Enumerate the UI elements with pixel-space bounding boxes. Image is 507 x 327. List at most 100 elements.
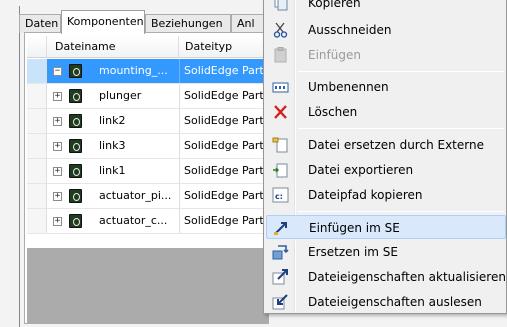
solidedge-part-icon	[69, 64, 82, 78]
components-grid[interactable]: Dateiname Dateityp − mounting_... SolidE…	[27, 36, 269, 248]
row-filetype: SolidEdge Part	[179, 184, 269, 208]
menu-item-einfuegen[interactable]: Einfügen	[266, 43, 506, 67]
replace-file-icon	[272, 137, 289, 153]
menu-item-label: Datei exportieren	[308, 163, 414, 177]
delete-icon	[272, 104, 289, 120]
tab-komponenten[interactable]: Komponenten	[61, 10, 145, 34]
menu-item-label: Ausschneiden	[308, 23, 392, 37]
row-filetype: SolidEdge Part	[179, 59, 269, 83]
grid-empty-area	[27, 248, 269, 323]
row-indicator[interactable]	[27, 109, 47, 133]
row-indicator[interactable]	[27, 209, 47, 233]
menu-item-label: Datei ersetzen durch Externe	[308, 138, 484, 152]
menu-item-dateieigenschaften-aktualisieren[interactable]: Dateieigenschaften aktualisieren	[266, 265, 506, 289]
row-filename: actuator_c...	[99, 214, 168, 227]
expand-icon[interactable]: +	[53, 142, 62, 151]
row-filetype: SolidEdge Part	[179, 134, 269, 158]
read-props-icon	[272, 294, 289, 310]
row-filetype: SolidEdge Part	[179, 209, 269, 233]
collapse-icon[interactable]: −	[53, 67, 62, 76]
tab-label: Beziehungen	[151, 17, 223, 30]
insert-se-icon	[273, 220, 290, 236]
update-props-icon	[272, 269, 289, 285]
tab-strip: Daten Komponenten Beziehungen Anl	[19, 6, 269, 34]
expand-icon[interactable]: +	[53, 92, 62, 101]
tab-daten[interactable]: Daten	[19, 14, 61, 33]
menu-item-label: Löschen	[308, 105, 358, 119]
row-filetype: SolidEdge Part	[179, 159, 269, 183]
menu-item-label: Einfügen im SE	[309, 221, 400, 235]
column-header-label: Dateityp	[185, 40, 233, 53]
scissors-icon	[272, 22, 289, 38]
table-row[interactable]: + actuator_pi... SolidEdge Part	[27, 184, 269, 209]
menu-item-loeschen[interactable]: Löschen	[266, 100, 506, 124]
menu-item-label: Ersetzen im SE	[308, 245, 398, 259]
table-row[interactable]: + actuator_c... SolidEdge Part	[27, 209, 269, 234]
menu-separator	[298, 211, 504, 212]
rename-icon	[272, 79, 289, 95]
menu-item-datei-ersetzen[interactable]: Datei ersetzen durch Externe	[266, 133, 506, 157]
solidedge-part-icon	[69, 189, 82, 203]
row-filetype: SolidEdge Part	[179, 109, 269, 133]
row-indicator[interactable]	[27, 84, 47, 108]
svg-text:c:: c:	[275, 192, 283, 201]
row-indicator[interactable]	[27, 59, 47, 83]
table-row[interactable]: − mounting_... SolidEdge Part	[27, 59, 269, 84]
table-row[interactable]: + link2 SolidEdge Part	[27, 109, 269, 134]
solidedge-part-icon	[69, 139, 82, 153]
copy-path-icon: c:	[272, 187, 289, 203]
row-indicator[interactable]	[27, 134, 47, 158]
menu-item-ersetzen-im-se[interactable]: Ersetzen im SE	[266, 240, 506, 264]
expand-icon[interactable]: +	[53, 192, 62, 201]
expand-icon[interactable]: +	[53, 117, 62, 126]
menu-item-dateipfad-kopieren[interactable]: c: Dateipfad kopieren	[266, 183, 506, 207]
tab-label: Komponenten	[67, 15, 144, 28]
column-header-label: Dateiname	[55, 40, 116, 53]
menu-item-kopieren[interactable]: Kopieren	[266, 0, 506, 15]
row-filename: plunger	[99, 89, 142, 102]
solidedge-part-icon	[69, 164, 82, 178]
row-filename: mounting_...	[99, 64, 168, 77]
solidedge-part-icon	[69, 114, 82, 128]
copy-icon	[272, 0, 289, 11]
menu-separator	[298, 71, 504, 72]
solidedge-part-icon	[69, 89, 82, 103]
menu-item-datei-exportieren[interactable]: Datei exportieren	[266, 158, 506, 182]
row-filename: link1	[99, 164, 126, 177]
table-row[interactable]: + link1 SolidEdge Part	[27, 159, 269, 184]
menu-item-label: Umbenennen	[308, 80, 389, 94]
menu-item-dateieigenschaften-auslesen[interactable]: Dateieigenschaften auslesen	[266, 290, 506, 314]
replace-se-icon	[272, 244, 289, 260]
header-indicator-cell	[27, 36, 47, 58]
menu-item-label: Dateieigenschaften aktualisieren	[308, 270, 506, 284]
row-filename: actuator_pi...	[99, 189, 172, 202]
tab-label: Daten	[25, 17, 59, 30]
menu-item-einfuegen-im-se[interactable]: Einfügen im SE	[266, 215, 506, 239]
expand-icon[interactable]: +	[53, 167, 62, 176]
paste-icon	[272, 47, 289, 63]
application-window: Daten Komponenten Beziehungen Anl Datein…	[0, 0, 507, 327]
column-header-dateiname[interactable]: Dateiname	[47, 36, 179, 58]
row-indicator[interactable]	[27, 159, 47, 183]
menu-item-label: Dateieigenschaften auslesen	[308, 295, 482, 309]
export-file-icon	[272, 162, 289, 178]
tab-label: Anl	[237, 17, 255, 30]
row-filename: link3	[99, 139, 126, 152]
row-indicator[interactable]	[27, 184, 47, 208]
grid-header: Dateiname Dateityp	[27, 36, 269, 58]
tab-beziehungen[interactable]: Beziehungen	[145, 14, 231, 33]
menu-item-label: Dateipfad kopieren	[308, 188, 423, 202]
menu-separator	[298, 128, 504, 129]
row-filetype: SolidEdge Part	[179, 84, 269, 108]
expand-icon[interactable]: +	[53, 217, 62, 226]
menu-item-ausschneiden[interactable]: Ausschneiden	[266, 18, 506, 42]
table-row[interactable]: + link3 SolidEdge Part	[27, 134, 269, 159]
column-header-dateityp[interactable]: Dateityp	[179, 36, 269, 58]
menu-item-umbenennen[interactable]: Umbenennen	[266, 75, 506, 99]
menu-item-label: Einfügen	[308, 48, 361, 62]
solidedge-part-icon	[69, 214, 82, 228]
menu-item-label: Kopieren	[308, 0, 361, 10]
table-row[interactable]: + plunger SolidEdge Part	[27, 84, 269, 109]
row-filename: link2	[99, 114, 126, 127]
context-menu: Kopieren Ausschneiden Einfügen Umbenenne…	[263, 0, 507, 314]
